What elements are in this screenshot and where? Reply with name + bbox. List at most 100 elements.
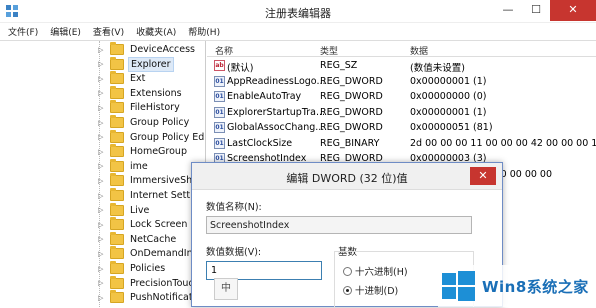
value-row[interactable]: 01 ExplorerStartupTra... REG_DWORD 0x000000… bbox=[207, 105, 596, 121]
menu-help[interactable]: 帮助(H) bbox=[188, 25, 220, 38]
watermark-text: Win8系统之家 bbox=[482, 277, 589, 296]
hex-radio-dot bbox=[343, 266, 352, 276]
value-row[interactable]: ab (默认) REG_SZ (数值未设置) bbox=[207, 58, 596, 74]
tree-item[interactable]: ▷ Lock Screen bbox=[98, 217, 189, 232]
expand-arrow-icon[interactable]: ▷ bbox=[98, 177, 106, 185]
tree-item[interactable]: ▷ DeviceAccess bbox=[98, 42, 197, 57]
col-data-header[interactable]: 数据 bbox=[410, 44, 428, 57]
key-tree[interactable]: ▷ DeviceAccess ▷ Explorer ▷ Ext ▷ Extensions ▷ Fi… bbox=[0, 41, 206, 307]
tree-item[interactable]: ▷ FileHistory bbox=[98, 100, 182, 115]
value-type: REG_SZ bbox=[320, 60, 358, 71]
dialog-title: 编辑 DWORD (32 位)值 bbox=[286, 172, 408, 185]
value-name-label: 数值名称(N): bbox=[206, 202, 262, 213]
tree-item-label: Group Policy Edi bbox=[130, 131, 206, 143]
value-name: GlobalAssocChang... bbox=[227, 122, 325, 133]
expand-arrow-icon[interactable]: ▷ bbox=[98, 119, 106, 127]
value-data: 0x00000000 (0) bbox=[410, 91, 487, 102]
value-data: 0x00000001 (1) bbox=[410, 106, 487, 118]
value-name: LastClockSize bbox=[227, 137, 293, 149]
expand-arrow-icon[interactable]: ▷ bbox=[98, 60, 106, 68]
expand-arrow-icon[interactable]: ▷ bbox=[98, 265, 106, 273]
value-row[interactable]: 01 EnableAutoTray REG_DWORD 0x00000000 (0) bbox=[207, 89, 596, 105]
expand-arrow-icon[interactable]: ▷ bbox=[98, 75, 106, 83]
value-data-label: 数值数据(V): bbox=[206, 247, 262, 258]
binary-value-icon: 01 bbox=[214, 91, 225, 102]
dialog-close-button[interactable]: ✕ bbox=[470, 167, 496, 185]
expand-arrow-icon[interactable]: ▷ bbox=[98, 279, 106, 287]
folder-icon bbox=[110, 202, 124, 216]
tree-item[interactable]: ▷ Explorer bbox=[98, 56, 174, 72]
tree-item-label: Live bbox=[130, 204, 150, 216]
value-type: REG_BINARY bbox=[320, 137, 380, 149]
expand-arrow-icon[interactable]: ▷ bbox=[98, 133, 106, 141]
values-header: 名称 类型 数据 bbox=[207, 41, 596, 57]
minimize-button[interactable]: — bbox=[494, 0, 522, 21]
tree-item[interactable]: ▷ PrecisionTouchP bbox=[98, 275, 205, 291]
value-name: AppReadinessLogo... bbox=[227, 75, 326, 87]
col-type-header[interactable]: 类型 bbox=[320, 44, 338, 57]
tree-item-label: DeviceAccess bbox=[130, 44, 196, 55]
tree-item[interactable]: ▷ Policies bbox=[98, 261, 167, 276]
expand-arrow-icon[interactable]: ▷ bbox=[98, 192, 106, 200]
value-name: EnableAutoTray bbox=[227, 91, 302, 102]
dec-radio-dot bbox=[343, 285, 352, 295]
tree-item-label: FileHistory bbox=[130, 102, 180, 114]
folder-icon bbox=[110, 231, 124, 245]
tree-item[interactable]: ▷ Extensions bbox=[98, 85, 184, 101]
col-name-header[interactable]: 名称 bbox=[215, 44, 233, 57]
dec-radio[interactable]: 十进制(D) bbox=[343, 283, 398, 297]
value-data: 0x00000051 (81) bbox=[410, 122, 493, 133]
tree-item[interactable]: ▷ ImmersiveShell bbox=[98, 173, 205, 188]
tree-item[interactable]: ▷ Internet Settings bbox=[98, 188, 205, 203]
dec-radio-label: 十进制(D) bbox=[355, 286, 399, 297]
expand-arrow-icon[interactable]: ▷ bbox=[98, 46, 106, 54]
expand-arrow-icon[interactable]: ▷ bbox=[98, 235, 106, 243]
tree-item-label: HomeGroup bbox=[130, 146, 187, 158]
tree-item[interactable]: ▷ Live bbox=[98, 202, 151, 218]
binary-value-icon: 01 bbox=[214, 122, 225, 133]
folder-icon bbox=[110, 129, 124, 143]
menu-file[interactable]: 文件(F) bbox=[8, 25, 38, 38]
folder-icon bbox=[110, 261, 124, 274]
close-button[interactable]: ✕ bbox=[550, 0, 596, 21]
folder-icon bbox=[110, 290, 124, 304]
tree-item[interactable]: ▷ OnDemandInter bbox=[98, 246, 205, 261]
expand-arrow-icon[interactable]: ▷ bbox=[98, 294, 106, 302]
value-row[interactable]: 01 AppReadinessLogo... REG_DWORD 0x00000001… bbox=[207, 74, 596, 90]
tree-item[interactable]: ▷ NetCache bbox=[98, 231, 178, 247]
value-row[interactable]: 01 GlobalAssocChang... REG_DWORD 0x00000051… bbox=[207, 120, 596, 136]
tree-item-label: NetCache bbox=[130, 233, 177, 245]
tree-item[interactable]: ▷ Group Policy bbox=[98, 115, 191, 130]
tree-item[interactable]: ▷ HomeGroup bbox=[98, 144, 189, 159]
expand-arrow-icon[interactable]: ▷ bbox=[98, 162, 106, 170]
expand-arrow-icon[interactable]: ▷ bbox=[98, 221, 106, 229]
value-name: ExplorerStartupTra... bbox=[227, 106, 326, 118]
tree-item[interactable]: ▷ PushNotification bbox=[98, 290, 205, 305]
folder-icon bbox=[110, 188, 124, 201]
value-name: (默认) bbox=[227, 63, 254, 74]
menu-favorites[interactable]: 收藏夹(A) bbox=[136, 25, 176, 38]
tree-item-label: Extensions bbox=[130, 87, 182, 99]
title-bar: 注册表编辑器 — ☐ ✕ bbox=[0, 0, 596, 23]
value-type: REG_DWORD bbox=[320, 75, 383, 87]
expand-arrow-icon[interactable]: ▷ bbox=[98, 148, 106, 156]
tree-item-label: Lock Screen bbox=[130, 219, 188, 231]
tree-item[interactable]: ▷ Group Policy Edi bbox=[98, 129, 206, 145]
hex-radio[interactable]: 十六进制(H) bbox=[343, 264, 408, 278]
expand-arrow-icon[interactable]: ▷ bbox=[98, 89, 106, 97]
expand-arrow-icon[interactable]: ▷ bbox=[98, 206, 106, 214]
maximize-button[interactable]: ☐ bbox=[522, 0, 550, 21]
expand-arrow-icon[interactable]: ▷ bbox=[98, 250, 106, 258]
tree-item-label: Policies bbox=[130, 263, 166, 274]
windows-logo-icon bbox=[442, 271, 476, 301]
menu-view[interactable]: 查看(V) bbox=[93, 25, 124, 38]
hex-radio-label: 十六进制(H) bbox=[355, 267, 408, 278]
menu-edit[interactable]: 编辑(E) bbox=[50, 25, 81, 38]
tree-item[interactable]: ▷ Ext bbox=[98, 71, 147, 86]
folder-icon bbox=[110, 217, 124, 231]
expand-arrow-icon[interactable]: ▷ bbox=[98, 104, 106, 112]
tree-item[interactable]: ▷ ime bbox=[98, 158, 150, 174]
value-row[interactable]: 01 LastClockSize REG_BINARY 2d 00 00 00 11 … bbox=[207, 136, 596, 152]
value-type: REG_DWORD bbox=[320, 91, 383, 102]
ime-indicator[interactable]: 中 bbox=[214, 278, 238, 300]
